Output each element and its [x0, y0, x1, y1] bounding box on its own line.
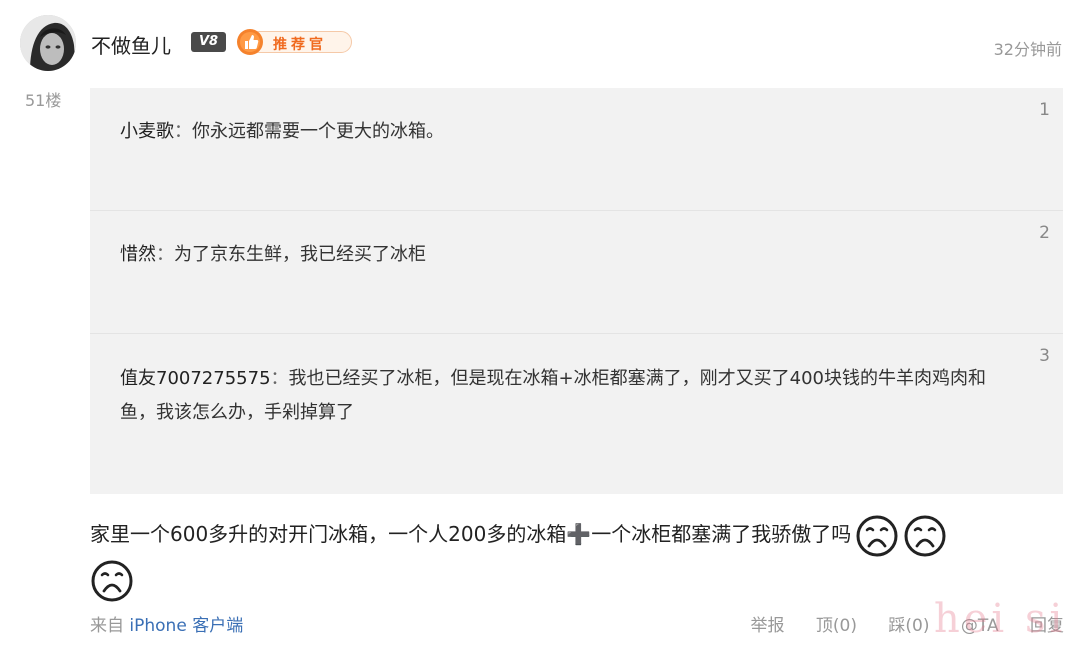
quote-text: 你永远都需要一个更大的冰箱。 [192, 121, 444, 142]
quote-number: 2 [1039, 223, 1050, 243]
quote-author[interactable]: 惜然 [120, 244, 156, 265]
quote-author[interactable]: 小麦歌 [120, 121, 174, 142]
sad-face-icon [856, 515, 898, 556]
floor-number: 51楼 [25, 91, 62, 110]
sad-face-icon [904, 515, 946, 556]
quote-text: 为了京东生鲜，我已经买了冰柜 [174, 244, 426, 265]
upvote-button[interactable]: 顶(0) [816, 616, 857, 636]
downvote-button[interactable]: 踩(0) [888, 616, 929, 636]
quote-item: 1 小麦歌：你永远都需要一个更大的冰箱。 [90, 88, 1063, 210]
recommend-label: 推荐官 [273, 37, 327, 53]
quote-separator: ： [156, 244, 174, 265]
avatar-image [20, 15, 76, 71]
comment-card: 不做鱼儿 V8 推荐官 32分钟前 51楼 1 小麦歌：你永远都需要一个更大的冰… [0, 0, 1080, 651]
sad-face-icon [91, 560, 133, 602]
quote-body: 值友7007275575：我也已经买了冰柜，但是现在冰箱+冰柜都塞满了，刚才又买… [120, 362, 1020, 430]
username[interactable]: 不做鱼儿 [91, 30, 171, 59]
quote-number: 1 [1039, 100, 1050, 120]
recommend-badge: 推荐官 [236, 28, 354, 56]
main-comment-text: 家里一个600多升的对开门冰箱，一个人200多的冰箱➕一个冰柜都塞满了我骄傲了吗 [90, 522, 852, 546]
quote-separator: ： [174, 121, 192, 142]
avatar[interactable] [20, 15, 76, 71]
quote-separator: ： [270, 368, 289, 389]
quote-item: 3 值友7007275575：我也已经买了冰柜，但是现在冰箱+冰柜都塞满了，刚才… [90, 334, 1063, 494]
quoted-replies: 1 小麦歌：你永远都需要一个更大的冰箱。 2 惜然：为了京东生鲜，我已经买了冰柜… [90, 88, 1063, 494]
quote-author[interactable]: 值友7007275575 [120, 368, 271, 389]
thumbs-up-medal-icon [237, 29, 263, 55]
quote-body: 惜然：为了京东生鲜，我已经买了冰柜 [120, 238, 1020, 272]
source-info: 来自 iPhone 客户端 [90, 611, 243, 636]
main-comment: 家里一个600多升的对开门冰箱，一个人200多的冰箱➕一个冰柜都塞满了我骄傲了吗 [90, 512, 1050, 603]
source-prefix: 来自 [90, 616, 124, 636]
quote-number: 3 [1039, 346, 1050, 366]
report-button[interactable]: 举报 [750, 616, 784, 636]
timestamp: 32分钟前 [993, 40, 1062, 59]
vip-level-badge: V8 [191, 32, 226, 52]
quote-item: 2 惜然：为了京东生鲜，我已经买了冰柜 [90, 211, 1063, 333]
watermark: hei si [934, 596, 1067, 642]
quote-body: 小麦歌：你永远都需要一个更大的冰箱。 [120, 115, 1020, 149]
source-device-link[interactable]: iPhone 客户端 [129, 616, 243, 636]
